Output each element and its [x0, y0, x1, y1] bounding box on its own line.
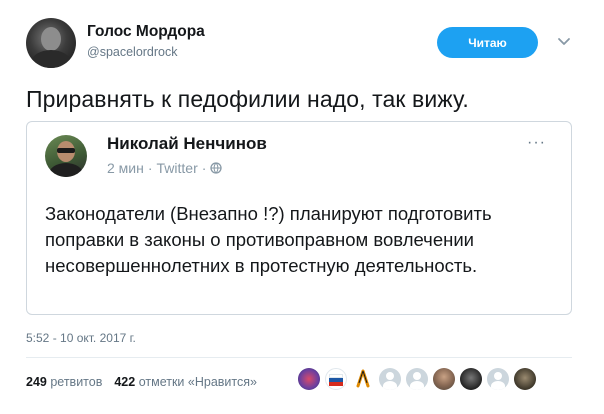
- avatar-body-shape: [49, 163, 83, 177]
- tweet-text: Приравнять к педофилии надо, так вижу.: [26, 86, 469, 112]
- quoted-author-name[interactable]: Николай Ненчинов: [107, 134, 267, 154]
- default-avatar-body-shape: [491, 381, 505, 390]
- default-avatar-head-shape: [413, 372, 421, 380]
- quoted-tweet-source: Twitter: [156, 160, 198, 176]
- author-handle[interactable]: @spacelordrock: [87, 45, 178, 59]
- quoted-tweet-text: Законодатели (Внезапно !?) планируют под…: [45, 203, 492, 276]
- liker-avatar-default[interactable]: [406, 368, 428, 390]
- liker-avatar[interactable]: [433, 368, 455, 390]
- quoted-author-avatar[interactable]: [45, 135, 87, 177]
- more-options-icon[interactable]: ···: [527, 134, 546, 152]
- default-avatar-head-shape: [386, 372, 394, 380]
- following-button[interactable]: Читаю: [437, 27, 538, 58]
- quoted-tweet-card[interactable]: Николай Ненчинов 2 мин · Twitter · ··· З…: [26, 121, 572, 315]
- flag-stripe-red: [329, 382, 343, 386]
- liker-avatar[interactable]: [514, 368, 536, 390]
- liker-avatar-default[interactable]: [379, 368, 401, 390]
- avatar-glasses-shape: [57, 148, 75, 153]
- tweet-stats: 249 ретвитов 422 отметки «Нравится»: [26, 375, 257, 389]
- divider: [26, 357, 572, 358]
- tweet-timestamp[interactable]: 5:52 - 10 окт. 2017 г.: [26, 331, 136, 345]
- default-avatar-head-shape: [494, 372, 502, 380]
- meta-separator: ·: [147, 160, 153, 176]
- liker-avatar-ribbon[interactable]: [352, 368, 374, 390]
- author-name[interactable]: Голос Мордора: [87, 23, 205, 41]
- liker-avatar-russian-flag[interactable]: [325, 368, 347, 390]
- quoted-tweet-time[interactable]: 2 мин: [107, 160, 144, 176]
- chevron-down-icon[interactable]: [556, 33, 572, 49]
- ribbon-icon: [356, 369, 370, 388]
- retweets-count: 249: [26, 375, 47, 389]
- likes-count: 422: [114, 375, 136, 389]
- likes-stat[interactable]: 422 отметки «Нравится»: [114, 375, 257, 389]
- retweets-label: ретвитов: [50, 375, 103, 389]
- default-avatar-body-shape: [383, 381, 397, 390]
- quoted-tweet-meta: 2 мин · Twitter ·: [107, 160, 223, 176]
- likes-label: отметки «Нравится»: [138, 375, 257, 389]
- default-avatar-body-shape: [410, 381, 424, 390]
- avatar-face-shape: [41, 27, 61, 51]
- liker-avatars: [298, 368, 536, 390]
- globe-icon: [210, 162, 223, 174]
- avatar-shoulders-shape: [31, 50, 71, 68]
- liker-avatar[interactable]: [298, 368, 320, 390]
- meta-separator: ·: [201, 160, 207, 176]
- author-avatar[interactable]: [26, 18, 76, 68]
- retweets-stat[interactable]: 249 ретвитов: [26, 375, 102, 389]
- liker-avatar[interactable]: [460, 368, 482, 390]
- liker-avatar-default[interactable]: [487, 368, 509, 390]
